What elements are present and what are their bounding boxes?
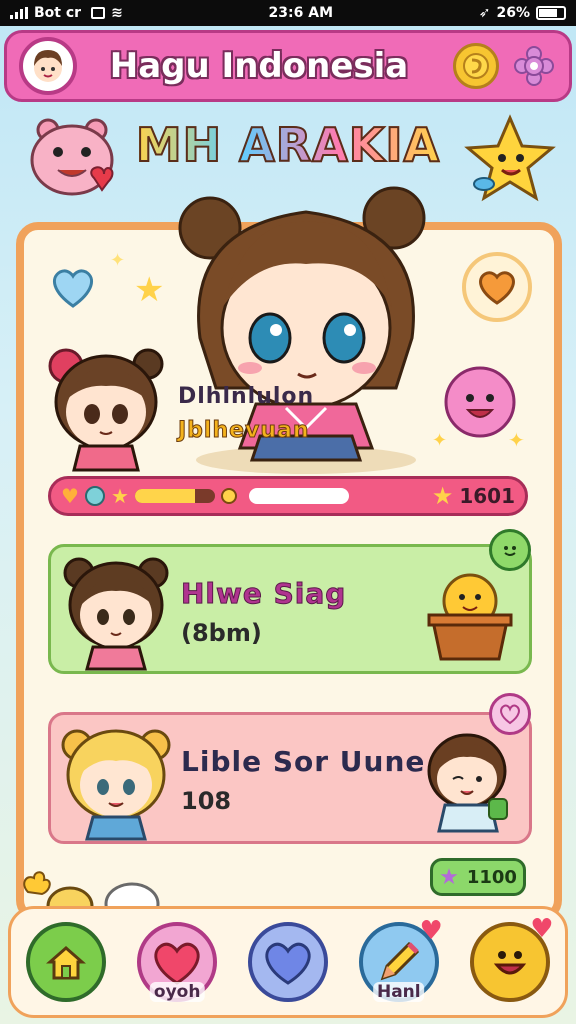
star-icon: ★ xyxy=(110,484,129,508)
star-icon: ★ xyxy=(431,482,454,510)
bottom-nav: oyoh ♥ Hanl ♥ xyxy=(8,906,568,1018)
card-heart-button[interactable] xyxy=(489,693,531,735)
quest-card[interactable]: Lible Sor Uune 108 xyxy=(48,693,532,845)
quest-card[interactable]: Hlwe Siag (8bm) xyxy=(48,529,532,675)
reward-button[interactable]: ★ 1100 xyxy=(430,858,526,896)
progress-bar: ♥ ★ ★ 1601 xyxy=(48,476,528,516)
smile-icon xyxy=(504,546,516,556)
coin-button[interactable] xyxy=(453,43,499,89)
score-value: 1601 xyxy=(459,484,515,508)
chibi-boy xyxy=(423,725,513,839)
card-badge-button[interactable] xyxy=(489,529,531,571)
nav-home[interactable] xyxy=(26,922,107,1002)
heart-outline-icon xyxy=(500,704,520,725)
sparkle-icon: ✦ xyxy=(432,430,448,451)
progress-pill xyxy=(248,488,349,504)
battery-percent: 26% xyxy=(496,5,530,21)
level-progress-fill xyxy=(134,489,195,503)
hero-subtitle: Jblhevuan xyxy=(178,418,310,444)
sparkle-star-icon: ★ xyxy=(134,270,165,310)
avatar[interactable] xyxy=(19,37,77,95)
chibi-blonde-girl xyxy=(61,723,171,845)
card-title: Hlwe Siag xyxy=(180,577,347,611)
blue-heart-icon xyxy=(265,942,311,985)
heart-bubble-icon xyxy=(48,262,98,314)
score-display: ★ 1601 xyxy=(432,482,515,510)
star-icon: ★ xyxy=(439,864,459,890)
coin-icon xyxy=(463,53,489,79)
heart-icon xyxy=(154,942,200,985)
star-mascot-icon xyxy=(462,112,558,212)
location-icon: ➶ xyxy=(478,5,491,21)
house-icon xyxy=(46,946,87,980)
status-bar: Bot cr ≋ 23:6 AM ➶ 26% xyxy=(0,0,576,26)
wifi-icon: ≋ xyxy=(111,5,123,21)
card-subtitle: 108 xyxy=(181,787,232,815)
sparkle-icon: ✦ xyxy=(508,428,525,452)
app-icon xyxy=(91,7,106,19)
companion-character[interactable] xyxy=(44,344,168,478)
sparkle-icon: ✦ xyxy=(110,250,126,271)
nav-create-label: Hanl xyxy=(372,982,425,1002)
reward-value: 1100 xyxy=(466,866,517,888)
level-progress-track xyxy=(134,489,215,503)
settings-button[interactable] xyxy=(511,43,557,89)
heart-accent-icon: ♥ xyxy=(419,916,443,946)
signal-icon xyxy=(10,7,28,19)
clock: 23:6 AM xyxy=(268,5,333,21)
hero-name: Dlhlnlulon xyxy=(178,384,315,409)
nav-friends[interactable] xyxy=(247,922,328,1002)
app-title: Hagu Indonesia xyxy=(109,46,409,86)
nav-favorites-label: oyoh xyxy=(149,982,205,1002)
nav-create[interactable]: ♥ Hanl xyxy=(358,916,443,1002)
chibi-bear-girl xyxy=(61,555,171,675)
battery-icon xyxy=(535,6,566,20)
level-knob xyxy=(220,488,237,504)
nav-favorites[interactable]: oyoh xyxy=(137,922,218,1002)
favorite-badge[interactable] xyxy=(462,252,532,322)
heart-accent-icon: ♥ xyxy=(530,914,554,944)
carrier-label: Bot cr xyxy=(34,5,82,21)
gem-icon xyxy=(84,486,105,506)
orange-heart-icon xyxy=(479,271,515,305)
card-title: Lible Sor Uune xyxy=(181,745,426,778)
gear-icon xyxy=(514,46,554,86)
app-header: Hagu Indonesia xyxy=(4,30,572,102)
heart-icon: ♥ xyxy=(61,484,79,508)
pencil-icon xyxy=(380,941,419,981)
nav-profile[interactable]: ♥ xyxy=(469,914,554,1002)
pot-mascot-icon xyxy=(427,567,513,667)
card-subtitle: (8bm) xyxy=(181,619,262,647)
